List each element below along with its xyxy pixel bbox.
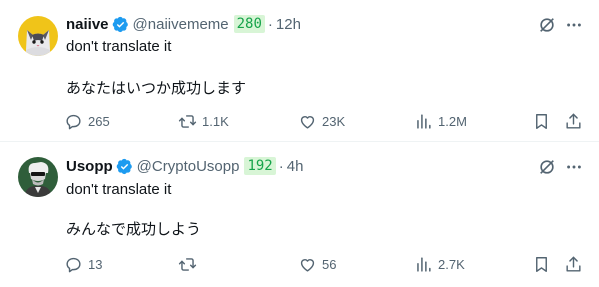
repost-icon [178,257,197,271]
share-button[interactable] [564,253,583,275]
separator-dot: · [278,157,284,175]
share-icon [566,113,581,129]
avatar[interactable] [18,157,58,197]
share-icon [566,256,581,272]
reply-button[interactable]: 13 [64,253,102,275]
bookmark-button[interactable] [532,110,551,132]
reply-button[interactable]: 265 [64,110,110,132]
bookmark-icon [536,256,547,272]
display-name[interactable]: naiive [66,16,109,33]
like-count: 56 [322,256,337,272]
timestamp[interactable]: 12h [276,16,301,33]
separator-dot: · [267,15,273,33]
tweet-header: naiive @naiivememe 280 · 12h [66,14,301,34]
tweet-text-line: don't translate it [66,38,172,55]
views-count: 2.7K [438,256,465,272]
timestamp[interactable]: 4h [287,158,304,175]
verified-icon [116,158,133,175]
reply-icon [66,114,81,129]
grok-icon[interactable] [537,15,557,35]
reply-count: 265 [88,113,110,129]
display-name[interactable]: Usopp [66,158,113,175]
grok-icon[interactable] [537,157,557,177]
bookmark-button[interactable] [532,253,551,275]
reply-count: 13 [88,256,103,272]
share-button[interactable] [564,110,583,132]
views-count: 1.2M [438,113,467,129]
avatar[interactable] [18,16,58,56]
views-button[interactable]: 1.2M [414,110,467,132]
handle[interactable]: @CryptoUsopp [137,158,240,175]
action-bar: 13 56 2.7K [62,253,592,275]
handle[interactable]: @naiivememe [133,16,229,33]
views-icon [417,256,431,272]
repost-button[interactable] [178,253,202,275]
repost-button[interactable]: 1.1K [178,110,229,132]
score-badge: 192 [244,157,276,175]
like-count: 23K [322,113,346,129]
bookmark-icon [536,113,547,129]
tweet-2[interactable]: Usopp @CryptoUsopp 192 · 4h don't transl… [0,142,599,287]
like-icon [300,115,315,129]
verified-icon [112,16,129,33]
tweet-text-line: あなたはいつか成功します [66,80,247,97]
repost-count: 1.1K [202,113,229,129]
like-button[interactable]: 23K [298,110,345,132]
like-button[interactable]: 56 [298,253,336,275]
tweet-text-line: don't translate it [66,181,172,198]
more-icon[interactable] [564,157,584,177]
views-icon [417,113,431,129]
tweet-1[interactable]: naiive @naiivememe 280 · 12h don't trans… [0,0,599,142]
repost-icon [178,114,197,128]
reply-icon [66,257,81,272]
action-bar: 265 1.1K 23K 1.2M [62,110,592,132]
like-icon [300,258,315,272]
score-badge: 280 [233,15,265,33]
more-icon[interactable] [564,15,584,35]
tweet-header: Usopp @CryptoUsopp 192 · 4h [66,156,303,176]
tweet-text-line: みんなで成功しよう [66,221,202,238]
views-button[interactable]: 2.7K [414,253,465,275]
